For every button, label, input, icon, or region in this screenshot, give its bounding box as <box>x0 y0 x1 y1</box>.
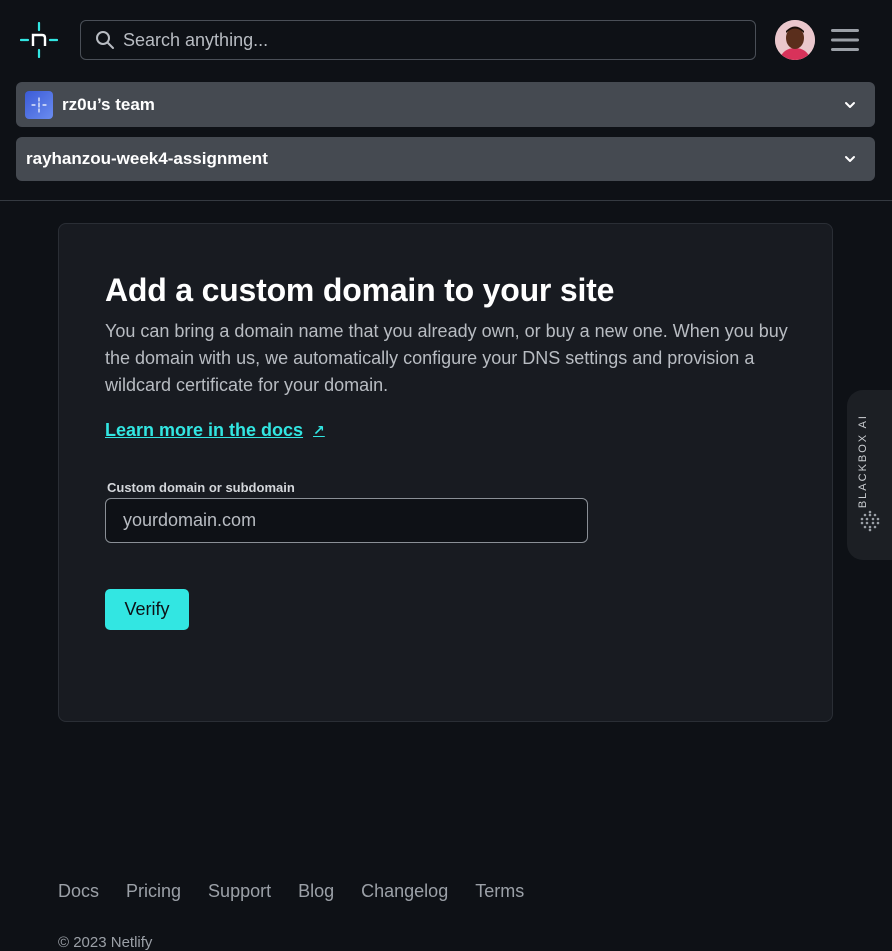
page-title: Add a custom domain to your site <box>105 272 615 308</box>
blackbox-dots-icon <box>860 510 880 532</box>
chevron-down-icon <box>845 156 855 162</box>
footer-link-blog[interactable]: Blog <box>298 881 334 902</box>
external-link-icon: ↗ <box>313 422 325 438</box>
footer-link-pricing[interactable]: Pricing <box>126 881 181 902</box>
search-placeholder: Search anything... <box>123 29 269 50</box>
footer-link-support[interactable]: Support <box>208 881 271 902</box>
search-bar[interactable]: Search anything... <box>80 20 756 60</box>
site-selector[interactable]: rayhanzou-week4-assignment <box>16 137 875 181</box>
chevron-down-icon <box>845 101 855 108</box>
domain-input-placeholder: yourdomain.com <box>123 510 257 530</box>
copyright: © 2023 Netlify <box>58 934 153 951</box>
footer-link-terms[interactable]: Terms <box>475 881 524 902</box>
docs-link[interactable]: Learn more in the docs ↗ <box>105 420 325 441</box>
domain-field-label: Custom domain or subdomain <box>107 480 295 495</box>
header-divider <box>0 200 892 201</box>
footer-nav: Docs Pricing Support Blog Changelog Term… <box>58 881 551 902</box>
widget-label: BLACKBOX AI <box>857 414 869 509</box>
team-logo-icon <box>25 90 53 119</box>
docs-link-label: Learn more in the docs <box>105 420 304 440</box>
footer-link-docs[interactable]: Docs <box>58 881 99 902</box>
footer-link-changelog[interactable]: Changelog <box>361 881 448 902</box>
blackbox-ai-widget[interactable]: BLACKBOX AI <box>847 390 892 560</box>
search-icon <box>96 31 114 49</box>
hamburger-menu-icon[interactable] <box>830 26 860 54</box>
netlify-logo-icon[interactable] <box>20 22 58 58</box>
avatar-image-icon <box>775 20 815 60</box>
site-name: rayhanzou-week4-assignment <box>26 149 268 168</box>
domain-input[interactable]: yourdomain.com <box>105 498 588 543</box>
top-bar: Search anything... <box>0 0 892 80</box>
card-description: You can bring a domain name that you alr… <box>105 321 788 395</box>
custom-domain-card: Add a custom domain to your site You can… <box>58 223 833 722</box>
team-name: rz0u’s team <box>62 94 155 114</box>
verify-button[interactable]: Verify <box>105 589 189 630</box>
team-selector[interactable]: rz0u’s team <box>16 82 875 127</box>
avatar[interactable] <box>775 20 815 60</box>
